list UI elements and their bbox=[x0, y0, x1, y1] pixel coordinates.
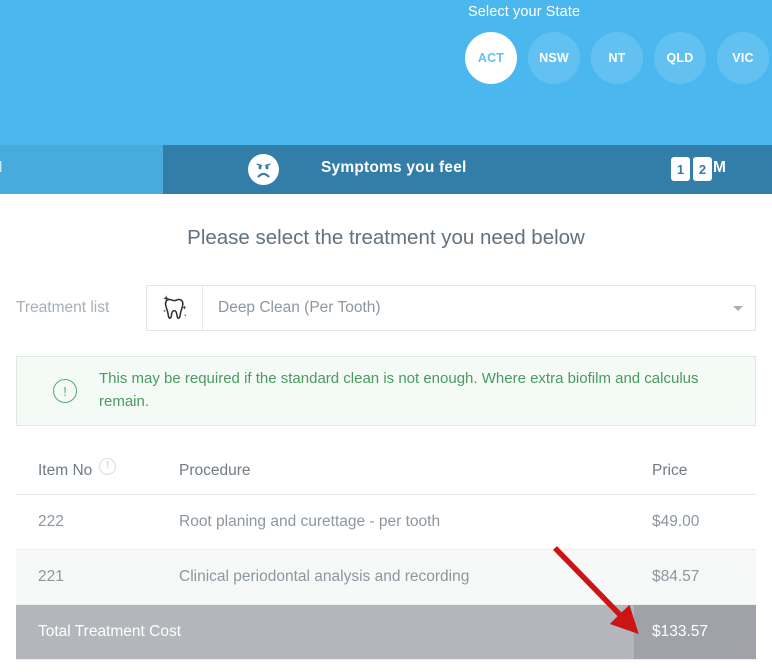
treatment-list-label: Treatment list bbox=[16, 299, 110, 316]
total-price: $133.57 bbox=[634, 604, 756, 660]
table-row: 221 Clinical periodontal analysis and re… bbox=[16, 549, 756, 605]
step-badge-2[interactable]: 2 bbox=[693, 157, 712, 181]
treatment-info-alert: ! This may be required if the standard c… bbox=[16, 356, 756, 426]
exclamation-circle-icon: ! bbox=[53, 379, 77, 403]
table-total-row: Total Treatment Cost $133.57 bbox=[16, 604, 756, 660]
state-circle-list: ACT NSW NT QLD VIC bbox=[465, 32, 769, 84]
nav-segment-previous-label: d bbox=[0, 159, 2, 176]
nav-segment-previous[interactable]: d bbox=[0, 145, 163, 194]
treatment-selected-value: Deep Clean (Per Tooth) bbox=[218, 299, 381, 316]
info-icon[interactable]: ! bbox=[99, 457, 117, 475]
state-option-nt[interactable]: NT bbox=[591, 32, 643, 84]
step-badge-1[interactable]: 1 bbox=[671, 157, 690, 181]
cell-item-no: 222 bbox=[16, 494, 179, 550]
treatment-select-row: Treatment list Deep Clean (Per Tooth) bbox=[16, 285, 756, 331]
treatment-list-dropdown[interactable]: Deep Clean (Per Tooth) bbox=[146, 285, 756, 331]
app-page: Select your State ACT NSW NT QLD VIC d bbox=[0, 0, 772, 672]
nav-segment-next-label: M bbox=[713, 159, 726, 176]
column-header-item-no-label: Item No bbox=[38, 462, 93, 479]
state-option-vic[interactable]: VIC bbox=[717, 32, 769, 84]
tooth-icon bbox=[147, 286, 203, 330]
cell-price: $49.00 bbox=[634, 494, 756, 550]
sad-face-icon bbox=[248, 154, 279, 185]
column-header-item-no: Item No ! bbox=[16, 450, 179, 495]
state-selector-banner: Select your State ACT NSW NT QLD VIC bbox=[0, 0, 772, 145]
select-state-title: Select your State bbox=[468, 4, 581, 20]
cell-procedure: Clinical periodontal analysis and record… bbox=[179, 549, 634, 605]
table-header: Item No ! Procedure Price bbox=[16, 450, 756, 495]
total-label: Total Treatment Cost bbox=[16, 604, 634, 660]
cell-procedure: Root planing and curettage - per tooth bbox=[179, 494, 634, 550]
cell-item-no: 221 bbox=[16, 549, 179, 605]
state-option-nsw[interactable]: NSW bbox=[528, 32, 580, 84]
table-body: 222 Root planing and curettage - per too… bbox=[16, 494, 756, 660]
step-navigation-bar: d Symptoms you feel 1 2 M bbox=[0, 145, 772, 194]
nav-segment-symptoms[interactable]: Symptoms you feel 1 2 M bbox=[163, 145, 772, 194]
nav-segment-symptoms-label: Symptoms you feel bbox=[321, 159, 467, 176]
treatment-info-alert-text: This may be required if the standard cle… bbox=[99, 370, 699, 410]
step-badge-group: 1 2 bbox=[671, 157, 712, 181]
table-row: 222 Root planing and curettage - per too… bbox=[16, 494, 756, 550]
treatment-items-table: Item No ! Procedure Price 222 Root plani… bbox=[16, 450, 756, 660]
column-header-price: Price bbox=[634, 450, 756, 495]
table-header-row: Item No ! Procedure Price bbox=[16, 450, 756, 495]
page-title: Please select the treatment you need bel… bbox=[187, 226, 585, 249]
state-option-act[interactable]: ACT bbox=[465, 32, 517, 84]
column-header-procedure: Procedure bbox=[179, 450, 634, 495]
cell-price: $84.57 bbox=[634, 549, 756, 605]
state-option-qld[interactable]: QLD bbox=[654, 32, 706, 84]
chevron-down-icon[interactable] bbox=[733, 306, 743, 311]
